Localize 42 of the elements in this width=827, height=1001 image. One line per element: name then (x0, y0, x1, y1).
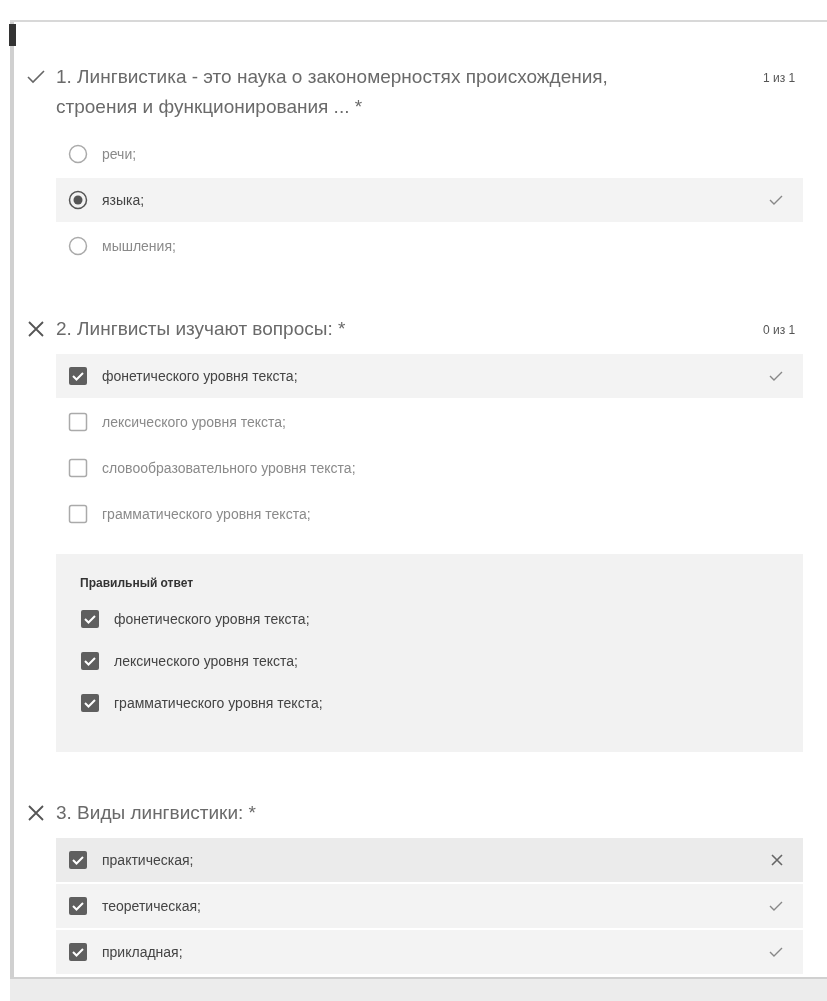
option-label: языка; (102, 192, 146, 208)
checkbox[interactable] (68, 942, 88, 962)
checkbox[interactable] (80, 693, 100, 713)
check-icon (769, 195, 783, 205)
question-score: 0 из 1 (763, 322, 797, 339)
selected-option-row[interactable]: практическая; (56, 838, 803, 882)
option-label: словообразовательного уровня текста; (102, 460, 357, 476)
selected-option-row[interactable]: языка; (56, 178, 803, 222)
question-title: 2. Лингвисты изучают вопросы: * (56, 317, 347, 341)
selected-option-row[interactable]: прикладная; (56, 930, 803, 974)
checkbox[interactable] (80, 609, 100, 629)
selected-option-row[interactable]: теоретическая; (56, 884, 803, 928)
option-label: грамматического уровня текста; (102, 506, 312, 522)
option-label: теоретическая; (102, 898, 202, 914)
option-label: грамматического уровня текста; (114, 695, 324, 711)
option-label: фонетического уровня текста; (102, 368, 299, 384)
check-icon (769, 947, 783, 957)
selected-option-row[interactable]: фонетического уровня текста; (56, 354, 803, 398)
option-label: практическая; (102, 852, 195, 868)
option-label: фонетического уровня текста; (114, 611, 311, 627)
option-label: лексического уровня текста; (102, 414, 287, 430)
question-title: 1. Лингвистика - это наука о закономерностях происхождения, строения и функционирования ... * (56, 65, 609, 119)
option-label: речи; (102, 146, 138, 162)
radio-button[interactable] (68, 190, 88, 210)
checkbox[interactable] (68, 366, 88, 386)
scrollbar[interactable] (10, 22, 14, 977)
checkbox[interactable] (68, 504, 88, 524)
checkbox[interactable] (68, 896, 88, 916)
checkbox[interactable] (68, 850, 88, 870)
question-score: 1 из 1 (763, 70, 797, 87)
correct-answer-heading: Правильный ответ (80, 576, 195, 590)
question-title: 3. Виды лингвистики: * (56, 801, 257, 825)
option-label: мышления; (102, 238, 177, 254)
checkbox[interactable] (68, 458, 88, 478)
check-icon (769, 371, 783, 381)
checkbox[interactable] (68, 412, 88, 432)
radio-button[interactable] (68, 144, 88, 164)
radio-button[interactable] (68, 236, 88, 256)
option-label: прикладная; (102, 944, 184, 960)
option-label: лексического уровня текста; (114, 653, 299, 669)
checkbox[interactable] (80, 651, 100, 671)
check-icon (769, 901, 783, 911)
